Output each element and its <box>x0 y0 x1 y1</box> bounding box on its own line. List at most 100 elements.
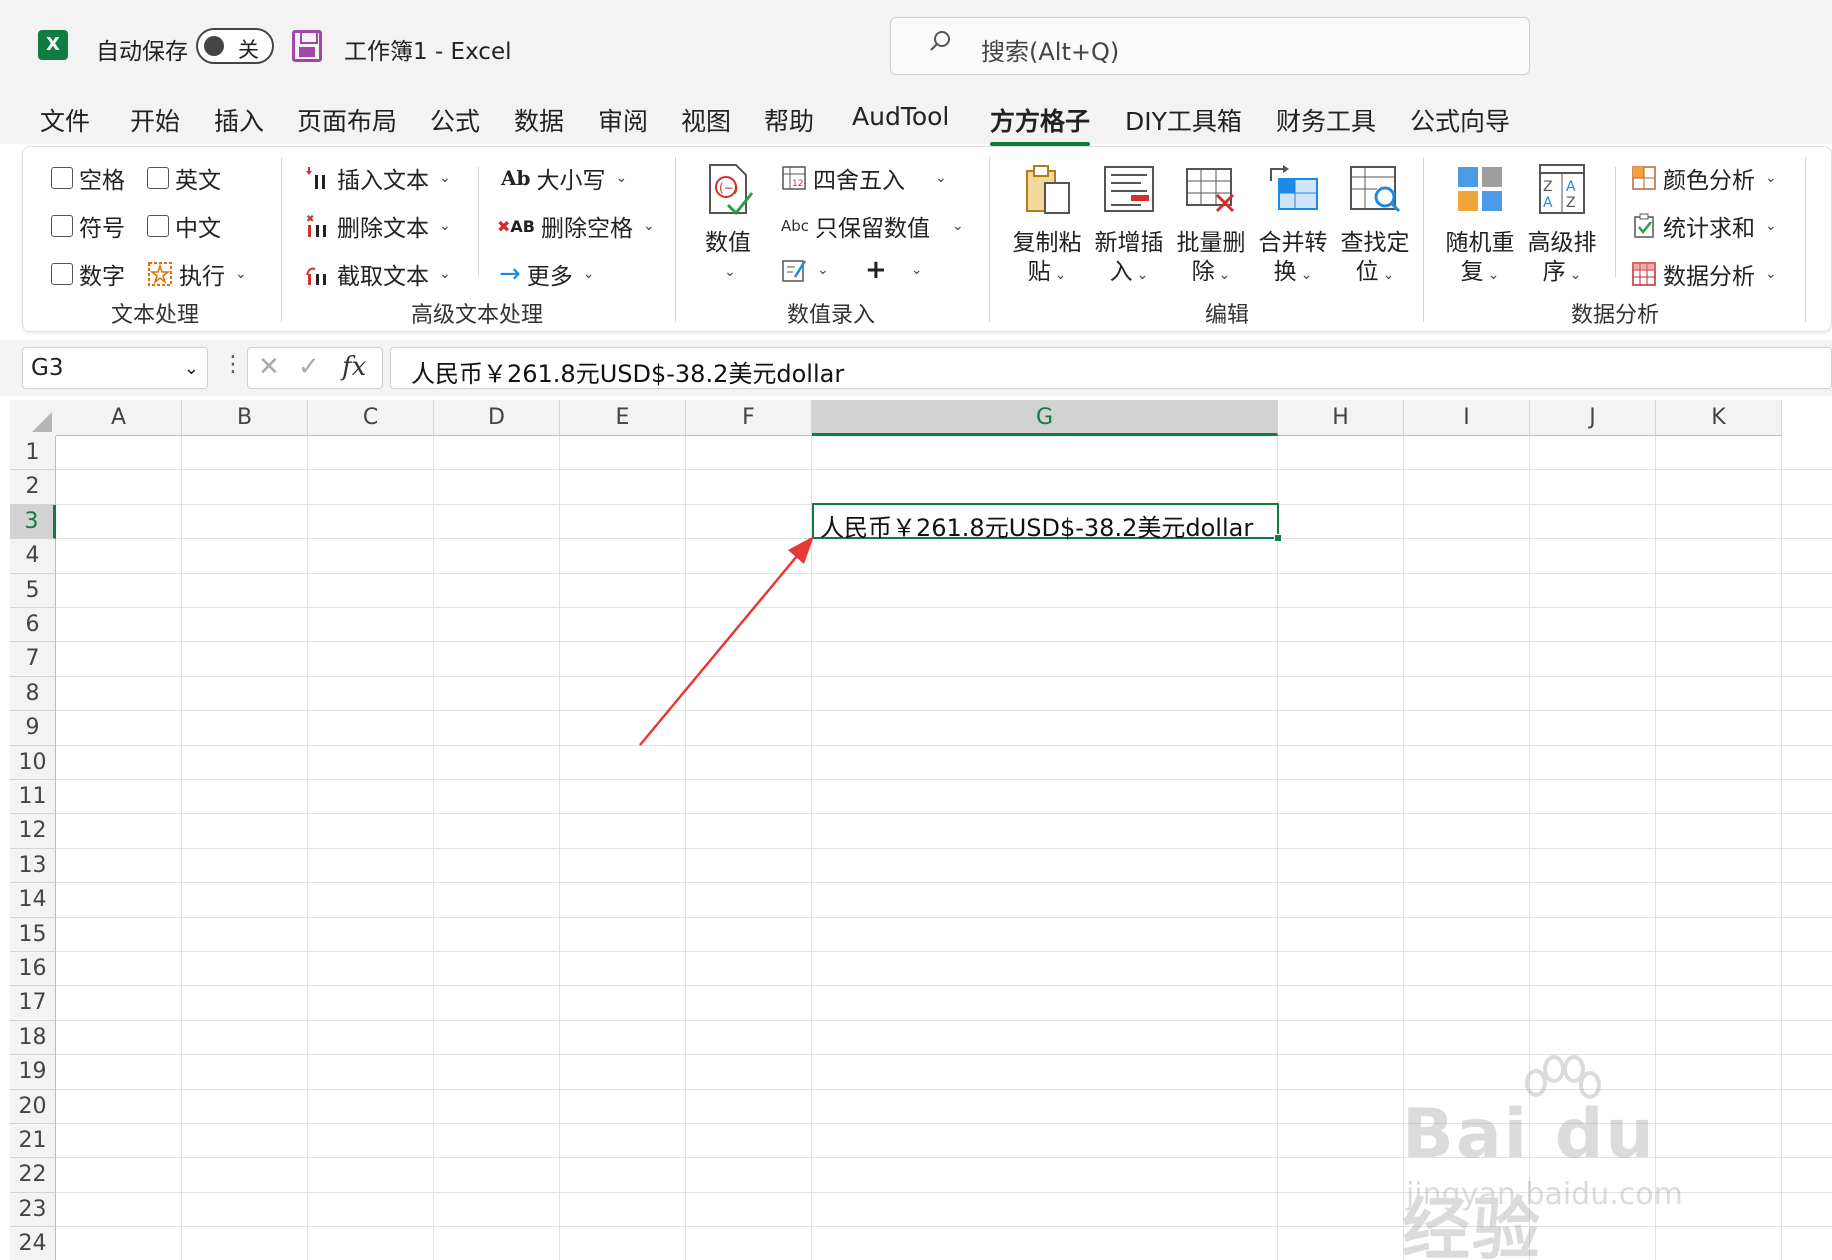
tab-review[interactable]: 审阅 <box>598 102 648 138</box>
tab-home[interactable]: 开始 <box>130 102 180 138</box>
tab-page-layout[interactable]: 页面布局 <box>297 102 397 138</box>
worksheet-grid[interactable]: ABCDEFGHIJK 1 2 3 4 5 6 7 8 9 10 11 12 13 14 15 16 17 18 1… <box>0 400 1832 1260</box>
checkbox-number[interactable]: 数字 <box>51 257 125 291</box>
tab-data[interactable]: 数据 <box>514 102 564 138</box>
stat-sum-button[interactable]: 统计求和 ⌄ <box>1631 209 1777 243</box>
color-grid-icon <box>1632 166 1656 190</box>
autosave-toggle[interactable]: 关 <box>196 28 274 64</box>
formula-input[interactable]: 人民币￥261.8元USD$-38.2美元dollar <box>390 347 1832 389</box>
merge-convert-button[interactable]: 合并转 换 ⌄ <box>1254 161 1332 290</box>
case-icon: Ab <box>501 166 531 190</box>
checkbox-chinese[interactable]: 中文 <box>147 209 221 243</box>
tab-insert[interactable]: 插入 <box>214 102 264 138</box>
menu-tabs: 文件 开始 插入 页面布局 公式 数据 审阅 视图 帮助 AudTool 方方格… <box>0 92 1832 146</box>
remove-spaces-button[interactable]: ✖AB 删除空格 ⌄ <box>497 209 655 243</box>
search-box[interactable]: 搜索(Alt+Q) <box>890 17 1530 75</box>
copy-paste-button[interactable]: 复制粘 贴 ⌄ <box>1008 161 1086 290</box>
chevron-down-icon: ⌄ <box>1382 267 1395 283</box>
chevron-down-icon: ⌄ <box>817 262 829 278</box>
plus-icon: + <box>865 255 887 285</box>
formula-bar: G3 ⌄ ⋮ ✕ ✓ fx 人民币￥261.8元USD$-38.2美元dolla… <box>0 340 1832 396</box>
chevron-down-icon: ⌄ <box>235 266 247 282</box>
extract-text-button[interactable]: 截取文本 ⌄ <box>305 257 451 291</box>
checkbox-icon <box>51 215 73 237</box>
chevron-down-icon: ⌄ <box>439 218 451 234</box>
insert-text-button[interactable]: 插入文本 ⌄ <box>305 161 451 195</box>
svg-text:A: A <box>1566 179 1576 195</box>
keep-values-button[interactable]: Abc 只保留数值 ⌄ <box>781 209 964 243</box>
excel-logo-icon: X <box>38 30 74 60</box>
chevron-down-icon: ⌄ <box>439 170 451 186</box>
save-icon[interactable] <box>292 30 322 62</box>
cancel-icon[interactable]: ✕ <box>258 352 280 382</box>
chevron-down-icon: ⌄ <box>1765 266 1777 282</box>
confirm-icon[interactable]: ✓ <box>298 352 320 382</box>
watermark-url: jingyan.baidu.com <box>1406 1177 1683 1212</box>
insert-rows-icon <box>1104 166 1154 212</box>
edit-form-button[interactable]: ⌄ <box>781 257 829 283</box>
round-button[interactable]: 12 四舍五入 ⌄ <box>781 161 947 195</box>
more-button[interactable]: → 更多 ⌄ <box>499 257 595 291</box>
insert-function-icon[interactable]: fx <box>342 352 366 382</box>
execute-button[interactable]: 执行 ⌄ <box>147 257 247 291</box>
checkbox-icon <box>147 167 169 189</box>
checkbox-space[interactable]: 空格 <box>51 161 125 195</box>
tab-formulas[interactable]: 公式 <box>430 102 480 138</box>
tab-file[interactable]: 文件 <box>40 102 90 138</box>
group-separator <box>675 157 676 322</box>
title-bar: X 自动保存 关 工作簿1 - Excel 搜索(Alt+Q) <box>0 0 1832 92</box>
group-label-text-processing: 文本处理 <box>111 303 200 328</box>
document-title: 工作簿1 - Excel <box>344 39 512 65</box>
merge-convert-icon <box>1270 165 1318 210</box>
arrow-right-icon: → <box>499 259 521 289</box>
chevron-down-icon: ⌄ <box>1054 267 1067 283</box>
tab-formula-wizard[interactable]: 公式向导 <box>1410 102 1510 138</box>
case-button[interactable]: Ab 大小写 ⌄ <box>501 161 627 195</box>
color-analysis-button[interactable]: 颜色分析 ⌄ <box>1631 161 1777 195</box>
data-analysis-button[interactable]: 数据分析 ⌄ <box>1631 257 1777 291</box>
execute-icon <box>148 262 172 286</box>
checkbox-english[interactable]: 英文 <box>147 161 221 195</box>
tab-help[interactable]: 帮助 <box>764 102 814 138</box>
tab-view[interactable]: 视图 <box>681 102 731 138</box>
group-label-numeric-input: 数值录入 <box>787 303 876 328</box>
batch-delete-icon <box>1186 168 1235 213</box>
random-repeat-button[interactable]: 随机重 复 ⌄ <box>1441 161 1519 290</box>
edit-form-icon <box>782 260 807 282</box>
delete-text-button[interactable]: ✖ 删除文本 ⌄ <box>305 209 451 243</box>
delete-text-icon: ✖ <box>306 214 326 237</box>
tab-audtool[interactable]: AudTool <box>852 102 949 131</box>
extract-text-icon <box>306 267 326 285</box>
random-grid-icon <box>1458 167 1502 211</box>
plus-button[interactable]: + ⌄ <box>865 255 923 285</box>
group-separator <box>989 157 990 322</box>
stat-sum-icon <box>1634 213 1654 238</box>
svg-text:A: A <box>1543 195 1553 211</box>
numeric-icon: (−) <box>709 164 754 216</box>
find-locate-button[interactable]: 查找定 位 ⌄ <box>1336 161 1414 290</box>
svg-text:Z: Z <box>1566 195 1576 211</box>
advanced-sort-button[interactable]: ZAAZ 高级排 序 ⌄ <box>1523 161 1601 290</box>
find-icon <box>1350 166 1401 213</box>
ribbon: 空格 英文 符号 中文 数字 执行 ⌄ 文本处理 插入文本 ⌄ ✖ 删除文本 ⌄ 截取… <box>22 146 1832 332</box>
tab-fangfanggezi[interactable]: 方方格子 <box>990 102 1091 146</box>
svg-text:12: 12 <box>792 179 803 189</box>
chevron-down-icon: ⌄ <box>910 262 923 278</box>
chevron-down-icon: ⌄ <box>1300 267 1313 283</box>
formula-controls: ✕ ✓ fx <box>247 347 383 389</box>
tab-finance-tools[interactable]: 财务工具 <box>1276 102 1376 138</box>
name-box[interactable]: G3 ⌄ <box>22 347 208 389</box>
tab-diy-toolbox[interactable]: DIY工具箱 <box>1125 102 1242 138</box>
chevron-down-icon: ⌄ <box>1136 267 1149 283</box>
svg-text:(−): (−) <box>719 181 738 195</box>
cell-reference: G3 <box>31 355 64 381</box>
checkbox-symbol[interactable]: 符号 <box>51 209 125 243</box>
group-separator <box>1423 157 1424 322</box>
baidu-watermark: Bai du 经验 jingyan.baidu.com <box>1402 1055 1732 1260</box>
chevron-down-icon[interactable]: ⌄ <box>184 358 199 379</box>
batch-delete-button[interactable]: 批量删 除 ⌄ <box>1172 161 1250 290</box>
round-icon: 12 <box>782 166 806 190</box>
more-options-icon[interactable]: ⋮ <box>222 352 244 377</box>
insert-new-button[interactable]: 新增插 入 ⌄ <box>1090 161 1168 290</box>
numeric-button[interactable]: (−) 数值 ⌄ <box>695 161 761 287</box>
